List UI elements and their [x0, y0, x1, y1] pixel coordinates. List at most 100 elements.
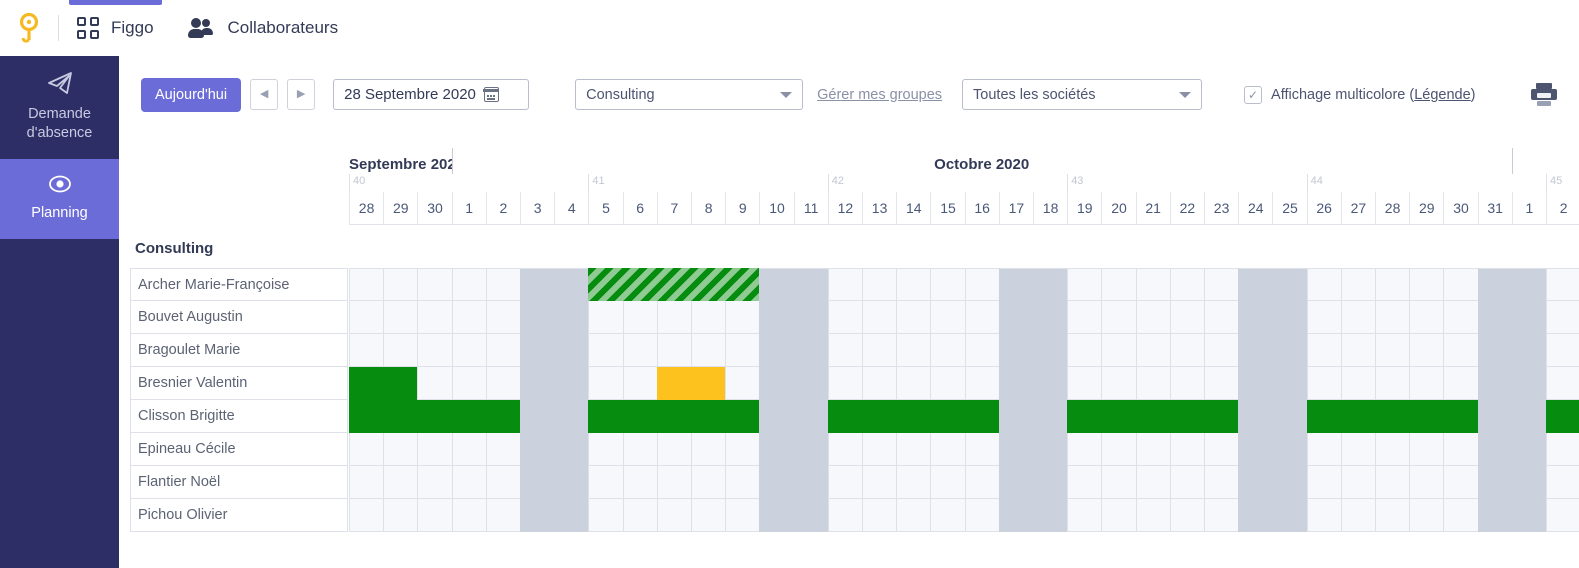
day-cell[interactable] [862, 268, 897, 301]
day-cell[interactable] [862, 466, 897, 499]
weekend-cell[interactable] [554, 466, 589, 499]
day-cell[interactable] [1169, 301, 1204, 334]
absence-event[interactable] [588, 400, 760, 433]
day-cell[interactable] [622, 301, 657, 334]
day-cell[interactable] [1546, 334, 1579, 367]
day-cell[interactable] [485, 334, 520, 367]
employee-name[interactable]: Bragoulet Marie [130, 334, 348, 367]
day-cell[interactable] [417, 301, 452, 334]
employee-name[interactable]: Bresnier Valentin [130, 367, 348, 400]
weekend-cell[interactable] [1511, 499, 1546, 532]
day-cell[interactable] [862, 301, 897, 334]
day-cell[interactable] [588, 499, 623, 532]
weekend-cell[interactable] [998, 433, 1033, 466]
weekend-cell[interactable] [1033, 301, 1068, 334]
weekend-cell[interactable] [1238, 499, 1273, 532]
employee-name[interactable]: Flantier Noël [130, 466, 348, 499]
weekend-cell[interactable] [1511, 301, 1546, 334]
weekend-cell[interactable] [554, 433, 589, 466]
employee-name[interactable]: Archer Marie-Françoise [130, 268, 348, 301]
day-cell[interactable] [383, 499, 418, 532]
weekend-cell[interactable] [520, 499, 555, 532]
weekend-cell[interactable] [1272, 268, 1307, 301]
sidebar-item-planning[interactable]: Planning [0, 159, 119, 239]
day-cell[interactable] [1135, 433, 1170, 466]
day-cell[interactable] [588, 334, 623, 367]
day-cell[interactable] [1204, 301, 1239, 334]
weekend-cell[interactable] [1272, 301, 1307, 334]
day-cell[interactable] [1067, 268, 1102, 301]
weekend-cell[interactable] [520, 268, 555, 301]
day-cell[interactable] [1409, 301, 1444, 334]
day-cell[interactable] [930, 268, 965, 301]
day-cell[interactable] [1409, 466, 1444, 499]
nav-item-figgo[interactable]: Figgo [59, 0, 172, 56]
multicolor-checkbox[interactable]: ✓ [1244, 85, 1263, 104]
weekend-cell[interactable] [1238, 268, 1273, 301]
day-cell[interactable] [725, 301, 760, 334]
day-cell[interactable] [1306, 268, 1341, 301]
group-select[interactable]: Consulting [575, 79, 804, 110]
day-cell[interactable] [1169, 367, 1204, 400]
print-button[interactable] [1531, 82, 1557, 107]
weekend-cell[interactable] [759, 301, 794, 334]
weekend-cell[interactable] [759, 334, 794, 367]
today-button[interactable]: Aujourd'hui [141, 77, 242, 112]
day-cell[interactable] [1204, 334, 1239, 367]
day-cell[interactable] [485, 433, 520, 466]
day-cell[interactable] [1135, 499, 1170, 532]
weekend-cell[interactable] [759, 433, 794, 466]
day-cell[interactable] [1101, 466, 1136, 499]
day-cell[interactable] [383, 466, 418, 499]
weekend-cell[interactable] [1033, 433, 1068, 466]
day-cell[interactable] [417, 433, 452, 466]
day-cell[interactable] [588, 301, 623, 334]
weekend-cell[interactable] [1238, 433, 1273, 466]
day-cell[interactable] [349, 334, 384, 367]
weekend-cell[interactable] [1272, 466, 1307, 499]
day-cell[interactable] [1306, 301, 1341, 334]
day-cell[interactable] [622, 466, 657, 499]
weekend-cell[interactable] [1272, 334, 1307, 367]
absence-event[interactable] [1546, 400, 1579, 433]
weekend-cell[interactable] [520, 433, 555, 466]
day-cell[interactable] [1443, 334, 1478, 367]
day-cell[interactable] [1375, 334, 1410, 367]
day-cell[interactable] [656, 433, 691, 466]
previous-period-button[interactable]: ◀ [250, 79, 279, 110]
day-cell[interactable] [656, 301, 691, 334]
day-cell[interactable] [383, 334, 418, 367]
absence-event[interactable] [349, 400, 520, 433]
day-cell[interactable] [1443, 466, 1478, 499]
day-cell[interactable] [622, 499, 657, 532]
day-cell[interactable] [1204, 433, 1239, 466]
weekend-cell[interactable] [1033, 400, 1068, 433]
absence-event[interactable] [827, 400, 999, 433]
day-cell[interactable] [862, 367, 897, 400]
weekend-cell[interactable] [1477, 301, 1512, 334]
day-cell[interactable] [1340, 334, 1375, 367]
absence-event[interactable] [1067, 400, 1239, 433]
employee-name[interactable]: Bouvet Augustin [130, 301, 348, 334]
weekend-cell[interactable] [1033, 367, 1068, 400]
day-cell[interactable] [1101, 268, 1136, 301]
weekend-cell[interactable] [1477, 400, 1512, 433]
day-cell[interactable] [1204, 268, 1239, 301]
day-cell[interactable] [930, 499, 965, 532]
weekend-cell[interactable] [1238, 466, 1273, 499]
weekend-cell[interactable] [998, 499, 1033, 532]
absence-event[interactable] [656, 367, 726, 400]
weekend-cell[interactable] [1238, 301, 1273, 334]
day-cell[interactable] [930, 301, 965, 334]
day-cell[interactable] [1067, 301, 1102, 334]
day-cell[interactable] [862, 433, 897, 466]
weekend-cell[interactable] [1033, 466, 1068, 499]
sidebar-item-demande-absence[interactable]: Demande d'absence [0, 56, 119, 159]
weekend-cell[interactable] [1477, 499, 1512, 532]
weekend-cell[interactable] [998, 301, 1033, 334]
weekend-cell[interactable] [1238, 334, 1273, 367]
weekend-cell[interactable] [1511, 466, 1546, 499]
day-cell[interactable] [827, 301, 862, 334]
weekend-cell[interactable] [1477, 466, 1512, 499]
day-cell[interactable] [1306, 499, 1341, 532]
